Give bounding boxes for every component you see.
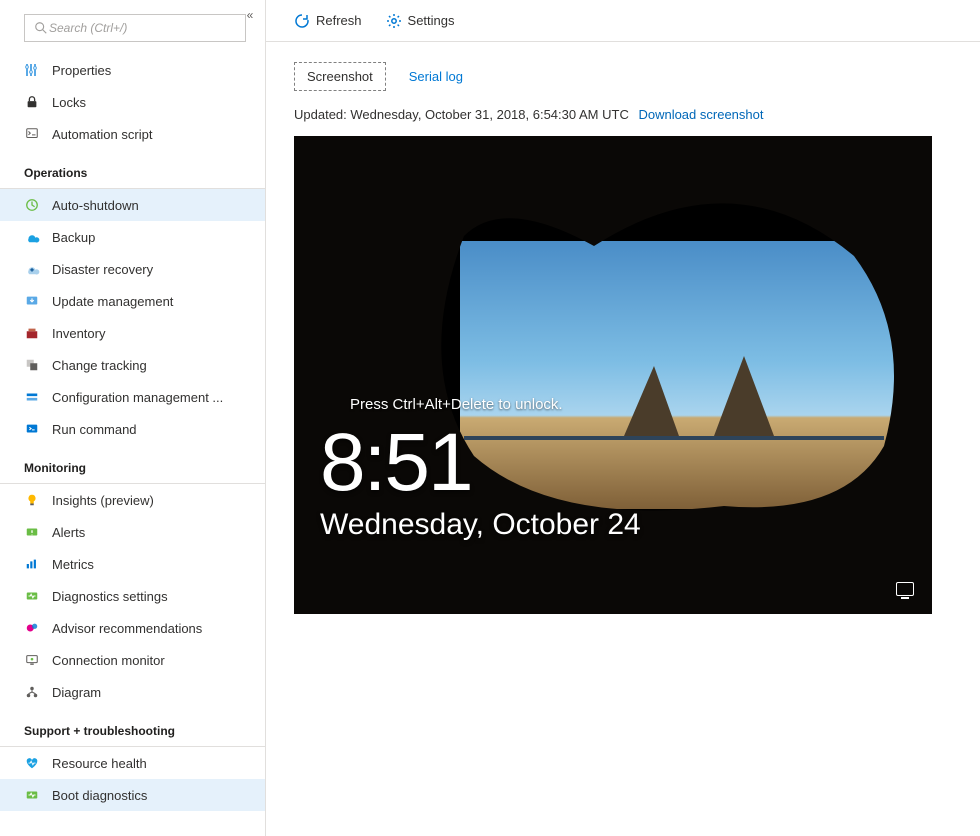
sidebar-item-boot-diagnostics[interactable]: Boot diagnostics [0, 779, 265, 811]
sidebar-item-change-tracking[interactable]: Change tracking [0, 349, 265, 381]
sidebar-item-resource-health[interactable]: Resource health [0, 747, 265, 779]
wallpaper-cave [294, 136, 932, 614]
sidebar-item-advisor-recommendations[interactable]: Advisor recommendations [0, 612, 265, 644]
tabs: Screenshot Serial log [266, 42, 980, 91]
lockscreen-hint: Press Ctrl+Alt+Delete to unlock. [350, 396, 563, 413]
search-box[interactable] [24, 14, 246, 42]
alerts-icon [24, 524, 40, 540]
sidebar-item-label: Update management [52, 294, 173, 309]
conn-monitor-icon [24, 652, 40, 668]
sidebar-item-label: Locks [52, 95, 86, 110]
settings-button[interactable]: Settings [386, 13, 455, 29]
update-icon [24, 293, 40, 309]
sidebar: « Properties Locks Automation script Opera… [0, 0, 266, 836]
diag-settings-icon [24, 588, 40, 604]
properties-icon [24, 62, 40, 78]
inventory-icon [24, 325, 40, 341]
search-icon [33, 20, 49, 36]
nav-scroll[interactable]: Properties Locks Automation script Operati… [0, 54, 265, 836]
collapse-sidebar-button[interactable]: « [241, 6, 259, 24]
sidebar-item-diagnostics-settings[interactable]: Diagnostics settings [0, 580, 265, 612]
sidebar-item-label: Automation script [52, 127, 152, 142]
section-header-operations: Operations [0, 150, 265, 186]
lock-icon [24, 94, 40, 110]
sidebar-item-label: Change tracking [52, 358, 147, 373]
insights-icon [24, 492, 40, 508]
vm-screenshot: Press Ctrl+Alt+Delete to unlock. 8:51 We… [294, 136, 932, 614]
lockscreen-date: Wednesday, October 24 [320, 508, 641, 542]
sidebar-item-label: Run command [52, 422, 137, 437]
refresh-label: Refresh [316, 13, 362, 28]
boot-diag-icon [24, 787, 40, 803]
config-icon [24, 389, 40, 405]
sidebar-item-metrics[interactable]: Metrics [0, 548, 265, 580]
tab-screenshot[interactable]: Screenshot [294, 62, 386, 91]
settings-label: Settings [408, 13, 455, 28]
sidebar-item-locks[interactable]: Locks [0, 86, 265, 118]
health-icon [24, 755, 40, 771]
clock-icon [24, 197, 40, 213]
sidebar-item-diagram[interactable]: Diagram [0, 676, 265, 708]
script-icon [24, 126, 40, 142]
sidebar-item-label: Connection monitor [52, 653, 165, 668]
sidebar-item-disaster-recovery[interactable]: Disaster recovery [0, 253, 265, 285]
sidebar-item-label: Auto-shutdown [52, 198, 139, 213]
run-icon [24, 421, 40, 437]
status-prefix: Updated: [294, 107, 350, 122]
sidebar-item-label: Metrics [52, 557, 94, 572]
sidebar-item-auto-shutdown[interactable]: Auto-shutdown [0, 189, 265, 221]
status-timestamp: Wednesday, October 31, 2018, 6:54:30 AM … [350, 107, 628, 122]
ease-of-access-icon [896, 582, 914, 596]
recovery-icon [24, 261, 40, 277]
sidebar-item-automation-script[interactable]: Automation script [0, 118, 265, 150]
sidebar-item-inventory[interactable]: Inventory [0, 317, 265, 349]
sidebar-item-backup[interactable]: Backup [0, 221, 265, 253]
diagram-icon [24, 684, 40, 700]
sidebar-item-label: Insights (preview) [52, 493, 154, 508]
search-wrap [0, 0, 265, 50]
sidebar-item-label: Alerts [52, 525, 85, 540]
sidebar-item-connection-monitor[interactable]: Connection monitor [0, 644, 265, 676]
search-input[interactable] [49, 21, 237, 35]
advisor-icon [24, 620, 40, 636]
sidebar-item-alerts[interactable]: Alerts [0, 516, 265, 548]
sidebar-item-update-management[interactable]: Update management [0, 285, 265, 317]
sidebar-item-label: Diagnostics settings [52, 589, 168, 604]
lockscreen-time: 8:51 [320, 416, 472, 510]
sidebar-item-label: Disaster recovery [52, 262, 153, 277]
sidebar-item-label: Properties [52, 63, 111, 78]
sidebar-item-label: Advisor recommendations [52, 621, 202, 636]
content: Press Ctrl+Alt+Delete to unlock. 8:51 We… [266, 136, 980, 614]
sidebar-item-configuration-management[interactable]: Configuration management ... [0, 381, 265, 413]
main-panel: Refresh Settings Screenshot Serial log U… [266, 0, 980, 836]
sidebar-item-label: Configuration management ... [52, 390, 223, 405]
change-icon [24, 357, 40, 373]
download-screenshot-link[interactable]: Download screenshot [638, 107, 763, 122]
sidebar-item-label: Diagram [52, 685, 101, 700]
metrics-icon [24, 556, 40, 572]
sidebar-item-label: Boot diagnostics [52, 788, 147, 803]
sidebar-item-label: Backup [52, 230, 95, 245]
refresh-button[interactable]: Refresh [294, 13, 362, 29]
status-row: Updated: Wednesday, October 31, 2018, 6:… [266, 91, 980, 136]
gear-icon [386, 13, 402, 29]
sidebar-item-label: Inventory [52, 326, 105, 341]
sidebar-item-run-command[interactable]: Run command [0, 413, 265, 445]
section-header-support-troubleshooting: Support + troubleshooting [0, 708, 265, 744]
sidebar-item-properties[interactable]: Properties [0, 54, 265, 86]
sidebar-item-label: Resource health [52, 756, 147, 771]
section-header-monitoring: Monitoring [0, 445, 265, 481]
backup-icon [24, 229, 40, 245]
refresh-icon [294, 13, 310, 29]
tab-serial-log[interactable]: Serial log [396, 62, 476, 91]
sidebar-item-insights-preview[interactable]: Insights (preview) [0, 484, 265, 516]
toolbar: Refresh Settings [266, 0, 980, 42]
